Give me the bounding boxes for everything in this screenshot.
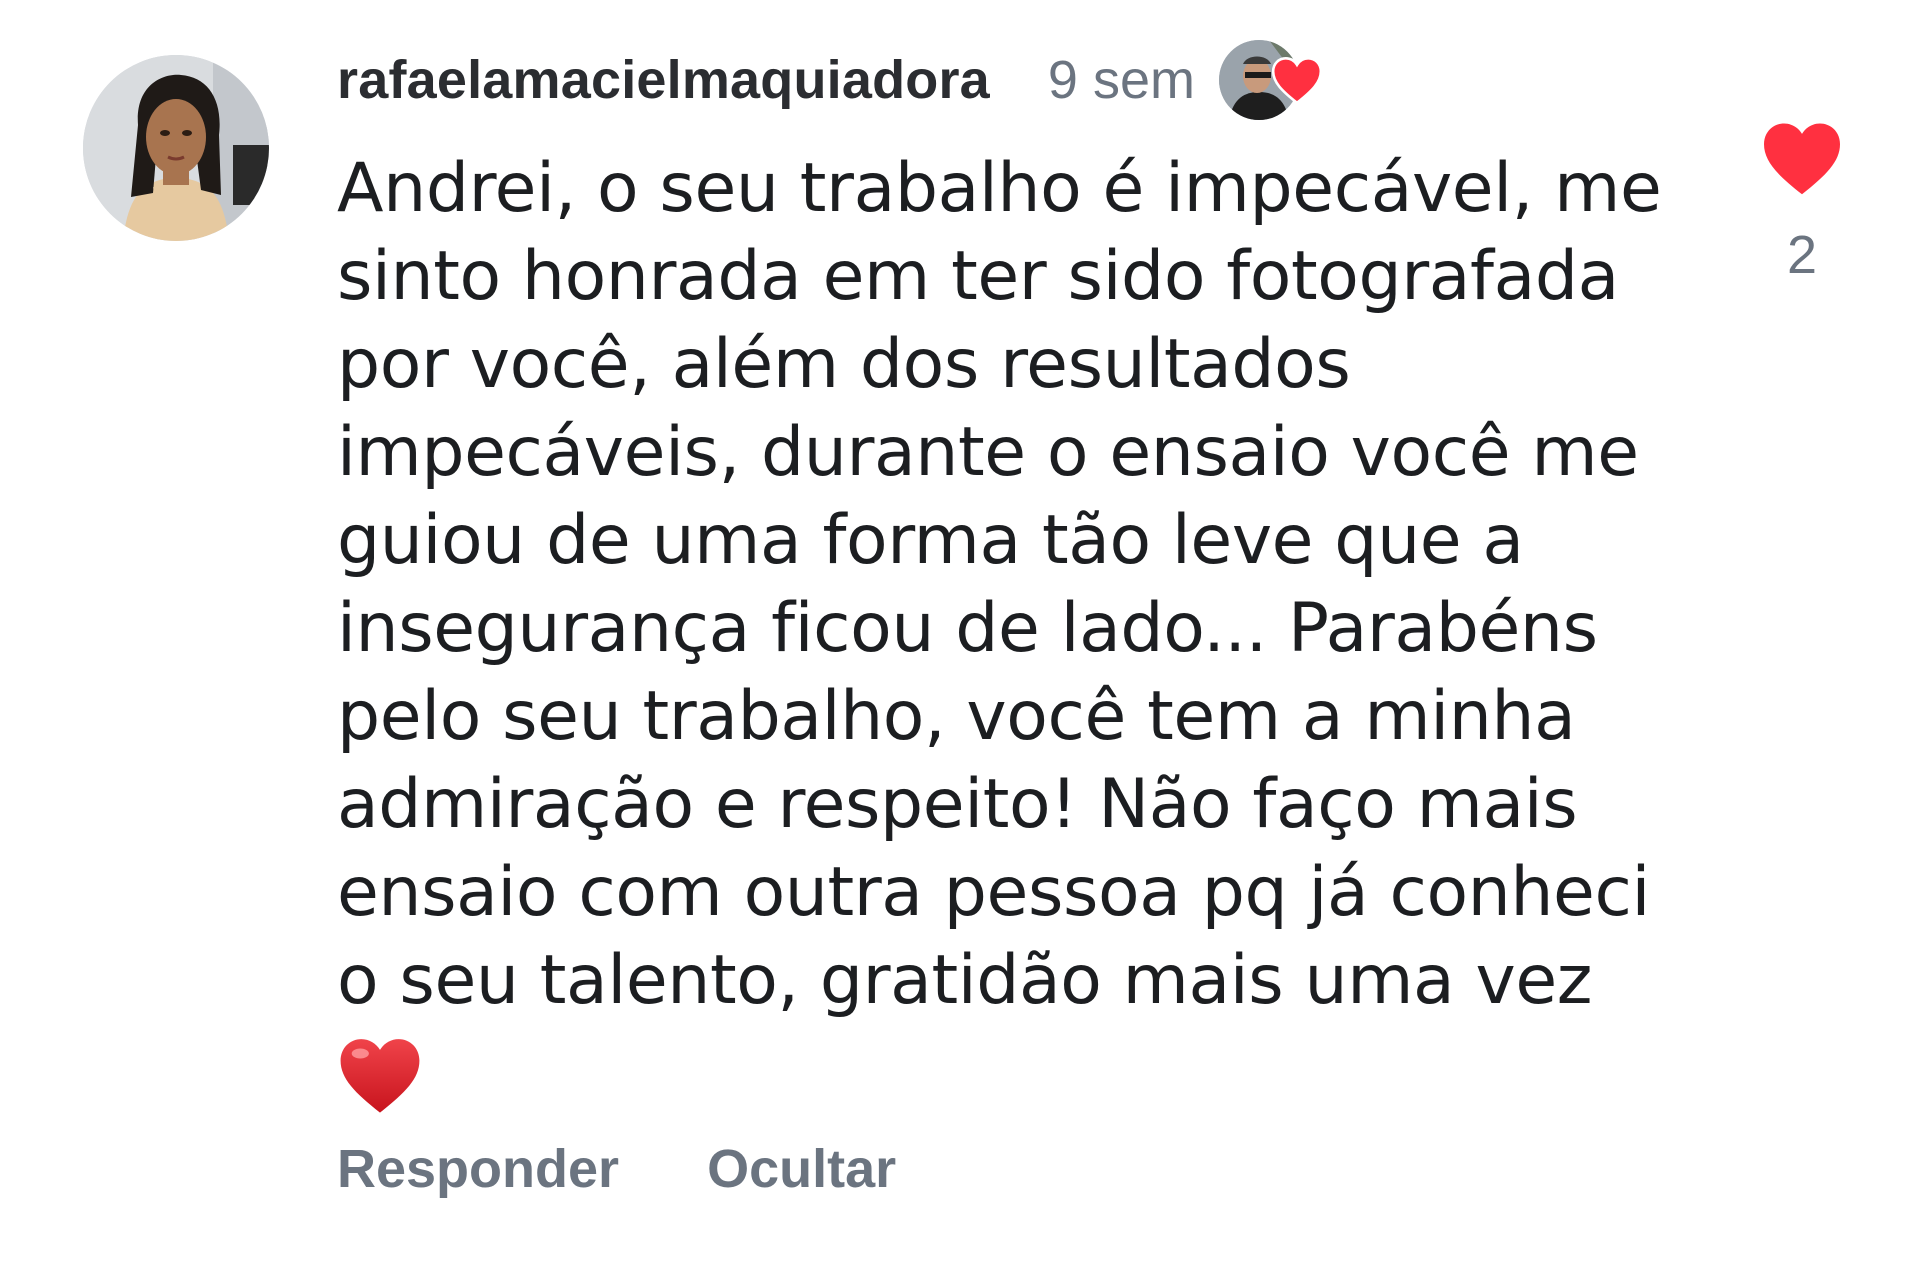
hide-button[interactable]: Ocultar <box>707 1138 896 1200</box>
reply-button[interactable]: Responder <box>337 1138 619 1200</box>
comment-text-line: admiração e respeito! Não faço mais <box>337 765 1578 844</box>
comment-text-line: sinto honrada em ter sido fotografada <box>337 237 1619 316</box>
comment-text-line: Andrei, o seu trabalho é impecável, me <box>337 149 1662 228</box>
comment-text-line: ensaio com outra pessoa pq já conheci <box>337 853 1650 932</box>
comment-text-line: insegurança ficou de lado... Parabéns <box>337 589 1598 668</box>
comment-text-line: por você, além dos resultados <box>337 325 1351 404</box>
comment-text-line: o seu talento, gratidão mais uma vez <box>337 941 1593 1020</box>
like-count[interactable]: 2 <box>1760 224 1844 286</box>
comment: rafaelamacielmaquiadora 9 sem Andrei, o … <box>0 0 1920 1263</box>
commenter-username[interactable]: rafaelamacielmaquiadora <box>337 49 990 111</box>
commenter-avatar[interactable] <box>83 55 269 241</box>
comment-text-line: impecáveis, durante o ensaio você me <box>337 413 1639 492</box>
red-heart-emoji-icon <box>340 1039 420 1113</box>
comment-timestamp[interactable]: 9 sem <box>1048 49 1195 111</box>
comment-actions: Responder Ocultar <box>337 1138 896 1200</box>
like-column: 2 <box>1760 120 1844 286</box>
comment-text-line: pelo seu trabalho, você tem a minha <box>337 677 1576 756</box>
heart-icon <box>1271 57 1323 104</box>
like-heart-icon[interactable] <box>1760 120 1844 196</box>
comment-header: rafaelamacielmaquiadora 9 sem <box>337 38 1335 122</box>
comment-text-line: guiou de uma forma tão leve que a <box>337 501 1524 580</box>
comment-body: Andrei, o seu trabalho é impecável, me s… <box>337 145 1707 1115</box>
author-liked-indicator <box>1216 38 1335 122</box>
